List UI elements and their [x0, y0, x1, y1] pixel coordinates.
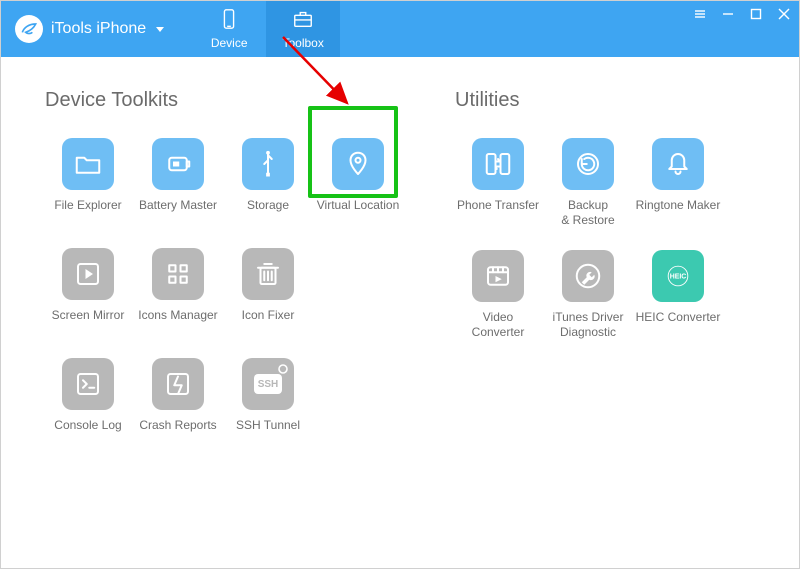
nav-toolbox-label: Toolbox	[282, 36, 323, 50]
brand-title: iTools iPhone	[51, 20, 146, 38]
tool-label: Screen Mirror	[52, 308, 125, 336]
heic-icon: HEIC	[652, 250, 704, 302]
tool-crash-reports[interactable]: Crash Reports	[135, 358, 221, 446]
maximize-button[interactable]	[749, 7, 763, 21]
nav-device-label: Device	[211, 36, 248, 50]
toolkits-grid: File Explorer Battery Master Storage Vir…	[45, 138, 401, 446]
tool-label: Storage	[247, 198, 289, 226]
ssh-badge: SSH	[254, 374, 282, 394]
tool-virtual-location[interactable]: Virtual Location	[315, 138, 401, 226]
tool-label: Console Log	[54, 418, 121, 446]
tool-label: Backup & Restore	[561, 198, 614, 228]
tool-label: Crash Reports	[139, 418, 216, 446]
tool-label: Virtual Location	[317, 198, 400, 226]
toolkits-title: Device Toolkits	[45, 89, 401, 112]
device-toolkits-section: Device Toolkits File Explorer Battery Ma…	[45, 89, 401, 446]
util-video-converter[interactable]: Video Converter	[455, 250, 541, 340]
tool-screen-mirror[interactable]: Screen Mirror	[45, 248, 131, 336]
play-icon	[62, 248, 114, 300]
toolbox-icon	[292, 8, 314, 33]
ssh-icon: SSH	[242, 358, 294, 410]
usb-icon	[242, 138, 294, 190]
location-pin-icon	[332, 138, 384, 190]
tool-label: Ringtone Maker	[636, 198, 721, 226]
menu-button[interactable]	[693, 7, 707, 21]
close-button[interactable]	[777, 7, 791, 21]
tool-label: Battery Master	[139, 198, 217, 226]
tool-storage[interactable]: Storage	[225, 138, 311, 226]
utilities-grid: Phone Transfer Backup & Restore Ringtone…	[455, 138, 721, 340]
nav-tabs: Device Toolbox	[192, 1, 340, 57]
crash-icon	[152, 358, 204, 410]
utilities-section: Utilities Phone Transfer Backup & Restor…	[455, 89, 721, 446]
tool-console-log[interactable]: Console Log	[45, 358, 131, 446]
tool-label: HEIC Converter	[636, 310, 721, 338]
tool-file-explorer[interactable]: File Explorer	[45, 138, 131, 226]
tool-label: SSH Tunnel	[236, 418, 300, 446]
nav-device[interactable]: Device	[192, 1, 266, 57]
brand-dropdown[interactable]: iTools iPhone	[1, 1, 174, 57]
bell-icon	[652, 138, 704, 190]
tool-label: Icon Fixer	[242, 308, 295, 336]
tool-label: Phone Transfer	[457, 198, 539, 226]
video-icon	[472, 250, 524, 302]
tool-ssh-tunnel[interactable]: SSH SSH Tunnel	[225, 358, 311, 446]
content-area: Device Toolkits File Explorer Battery Ma…	[1, 57, 799, 456]
restore-icon	[562, 138, 614, 190]
svg-text:HEIC: HEIC	[670, 273, 687, 280]
window-controls	[693, 7, 791, 21]
util-itunes-diagnostic[interactable]: iTunes Driver Diagnostic	[545, 250, 631, 340]
util-phone-transfer[interactable]: Phone Transfer	[455, 138, 541, 228]
caret-down-icon	[156, 27, 164, 32]
app-logo-icon	[15, 15, 43, 43]
minimize-button[interactable]	[721, 7, 735, 21]
battery-icon	[152, 138, 204, 190]
trash-icon	[242, 248, 294, 300]
util-heic-converter[interactable]: HEIC HEIC Converter	[635, 250, 721, 340]
tool-icons-manager[interactable]: Icons Manager	[135, 248, 221, 336]
folder-icon	[62, 138, 114, 190]
tool-icon-fixer[interactable]: Icon Fixer	[225, 248, 311, 336]
util-backup-restore[interactable]: Backup & Restore	[545, 138, 631, 228]
grid-icon	[152, 248, 204, 300]
util-ringtone-maker[interactable]: Ringtone Maker	[635, 138, 721, 228]
utilities-title: Utilities	[455, 89, 721, 112]
tool-label: File Explorer	[54, 198, 121, 226]
phone-icon	[218, 8, 240, 33]
terminal-icon	[62, 358, 114, 410]
tool-label: Icons Manager	[138, 308, 217, 336]
transfer-icon	[472, 138, 524, 190]
nav-toolbox[interactable]: Toolbox	[266, 1, 340, 57]
tool-label: Video Converter	[472, 310, 525, 340]
tool-battery-master[interactable]: Battery Master	[135, 138, 221, 226]
app-header: iTools iPhone Device Toolbox	[1, 1, 799, 57]
wrench-icon	[562, 250, 614, 302]
tool-label: iTunes Driver Diagnostic	[553, 310, 624, 340]
